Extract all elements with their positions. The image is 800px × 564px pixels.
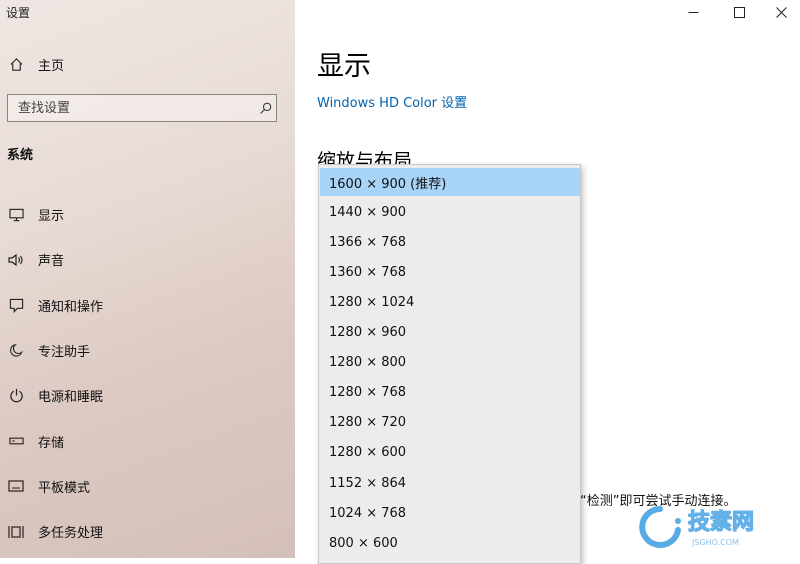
resolution-option[interactable]: 1366 × 768 (320, 228, 580, 256)
sidebar-item-label: 显示 (38, 209, 65, 225)
resolution-option[interactable]: 1152 × 864 (320, 469, 580, 497)
resolution-option[interactable]: 1440 × 900 (320, 198, 580, 226)
app-title: 设置 (6, 6, 31, 20)
resolution-option[interactable]: 1280 × 768 (320, 379, 580, 407)
sidebar-nav-list: 显示 声音 通知和操作 专注助手 电源和睡眠 存储 平板模式 多任务处理 (0, 192, 295, 554)
resolution-option[interactable]: 1024 × 768 (320, 499, 580, 527)
search-box[interactable] (7, 94, 277, 122)
home-icon (8, 56, 24, 72)
resolution-option[interactable]: 1280 × 600 (320, 439, 580, 467)
sidebar-item-power-sleep[interactable]: 电源和睡眠 (0, 373, 295, 418)
watermark-logo: 技素网 JSGHO.COM (639, 506, 755, 548)
resolution-option[interactable]: 1280 × 720 (320, 409, 580, 437)
multitask-icon (8, 524, 24, 540)
maximize-button[interactable] (716, 0, 762, 24)
sidebar: 设置 主页 系统 显示 声音 通知和操作 (0, 0, 295, 558)
resolution-option[interactable]: 1280 × 800 (320, 349, 580, 377)
monitor-icon (8, 207, 24, 223)
sidebar-item-label: 声音 (38, 254, 65, 270)
resolution-option[interactable]: 800 × 600 (320, 529, 580, 557)
sidebar-item-label: 平板模式 (38, 480, 91, 496)
tablet-icon (8, 478, 24, 494)
sidebar-item-label: 通知和操作 (38, 299, 104, 315)
svg-text:技素网: 技素网 (688, 509, 754, 535)
sidebar-item-label: 专注助手 (38, 345, 91, 361)
minimize-icon (688, 11, 698, 13)
sidebar-item-notifications[interactable]: 通知和操作 (0, 283, 295, 328)
search-input[interactable] (8, 95, 254, 121)
sidebar-item-sound[interactable]: 声音 (0, 237, 295, 282)
svg-text:JSGHO.COM: JSGHO.COM (691, 538, 739, 547)
close-button[interactable] (758, 0, 800, 24)
resolution-option[interactable]: 1280 × 960 (320, 319, 580, 347)
minimize-button[interactable] (670, 0, 716, 24)
moon-icon (8, 343, 24, 359)
search-icon[interactable] (254, 102, 276, 115)
sidebar-item-label: 主页 (38, 58, 65, 74)
page-title: 显示 (317, 51, 371, 82)
speaker-icon (8, 252, 24, 268)
power-icon (8, 388, 24, 404)
windows-hd-color-link[interactable]: Windows HD Color 设置 (317, 92, 467, 111)
resolution-dropdown-list[interactable]: 1600 × 900 (推荐) 1440 × 900 1366 × 768 1360 … (318, 164, 581, 564)
resolution-option[interactable]: 1600 × 900 (推荐) (320, 168, 580, 196)
sidebar-item-tablet-mode[interactable]: 平板模式 (0, 464, 295, 509)
sidebar-item-storage[interactable]: 存储 (0, 418, 295, 463)
notification-icon (8, 297, 24, 313)
resolution-option[interactable]: 1360 × 768 (320, 258, 580, 286)
storage-icon (8, 433, 24, 449)
sidebar-item-home[interactable]: 主页 (0, 50, 295, 78)
sidebar-item-label: 多任务处理 (38, 526, 104, 542)
sidebar-item-focus-assist[interactable]: 专注助手 (0, 328, 295, 373)
close-icon (775, 6, 787, 18)
sidebar-item-label: 电源和睡眠 (38, 390, 104, 406)
resolution-option[interactable]: 1280 × 1024 (320, 288, 580, 316)
section-label-system: 系统 (7, 148, 34, 163)
sidebar-item-label: 存储 (38, 435, 65, 451)
sidebar-item-multitasking[interactable]: 多任务处理 (0, 509, 295, 554)
maximize-icon (733, 6, 745, 18)
sidebar-item-display[interactable]: 显示 (0, 192, 295, 237)
